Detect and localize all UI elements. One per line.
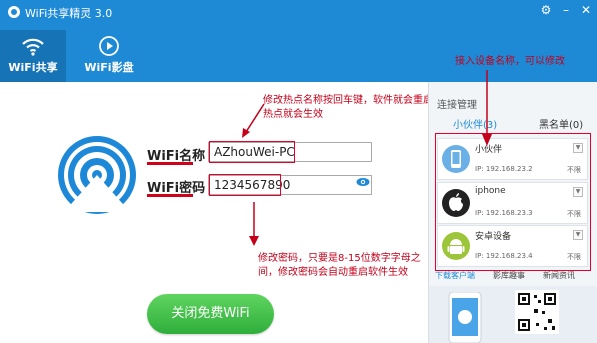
red-highlight-box: [209, 174, 281, 196]
red-highlight-box: [435, 133, 591, 271]
minimize-button[interactable]: –: [559, 2, 573, 18]
tab-label: WiFi共享: [8, 61, 58, 74]
tab-wifi-disk[interactable]: WiFi影盘: [76, 30, 142, 82]
phone-preview-icon: [448, 292, 482, 343]
play-icon: [99, 36, 119, 56]
devices-hint-note: 接入设备名称，可以修改: [455, 56, 565, 67]
tab-blacklist[interactable]: 黑名单(0): [539, 116, 583, 131]
tab-wifi-share[interactable]: WiFi共享: [0, 30, 66, 82]
wifi-icon: [22, 38, 44, 56]
red-underline: [147, 162, 193, 165]
tab-film-stories[interactable]: 影库趣事: [493, 270, 525, 281]
main-area: 修改热点名称按回车键，软件就会重启热点就会生效 WiFi名称 WiFi密码 修改…: [0, 82, 433, 343]
password-hint-note: 修改密码，只要是8-15位数字字母之间，修改密码会自动重启软件生效: [258, 253, 421, 278]
arrow-icon: [242, 103, 265, 138]
red-underline: [147, 194, 193, 197]
tab-download-client[interactable]: 下载客户端: [435, 270, 475, 281]
show-password-icon[interactable]: [356, 177, 370, 187]
name-hint-note: 修改热点名称按回车键，软件就会重启热点就会生效: [263, 95, 433, 120]
app-title: WiFi共享精灵 3.0: [25, 7, 113, 20]
close-window-button[interactable]: ✕: [579, 2, 593, 18]
tab-label: WiFi影盘: [84, 61, 134, 74]
panel-subtabs: 小伙伴(3) 黑名单(0): [429, 114, 597, 132]
close-free-wifi-button[interactable]: 关闭免费WiFi: [147, 294, 274, 334]
app-logo-icon: [8, 6, 20, 18]
wifi-logo-icon: [58, 136, 136, 214]
promo-area: [429, 286, 597, 343]
panel-title: 连接管理: [437, 100, 477, 111]
header: WiFi共享精灵 3.0 ⚙ – ✕ WiFi共享 WiFi影盘: [0, 0, 597, 82]
qr-code-icon: [515, 290, 559, 334]
title-bar: WiFi共享精灵 3.0 ⚙ – ✕: [0, 0, 597, 24]
arrow-icon: [249, 202, 259, 246]
tab-news[interactable]: 新闻资讯: [543, 270, 575, 281]
connection-panel: 连接管理 小伙伴(3) 黑名单(0) 小伙伴 IP: 192.168.23.2 …: [428, 82, 597, 343]
red-highlight-box: [209, 141, 295, 163]
arrow-icon: [482, 70, 492, 146]
bottom-tabs: 下载客户端 影库趣事 新闻资讯: [429, 268, 597, 284]
settings-icon[interactable]: ⚙: [539, 2, 553, 18]
window-controls: ⚙ – ✕: [539, 2, 593, 18]
